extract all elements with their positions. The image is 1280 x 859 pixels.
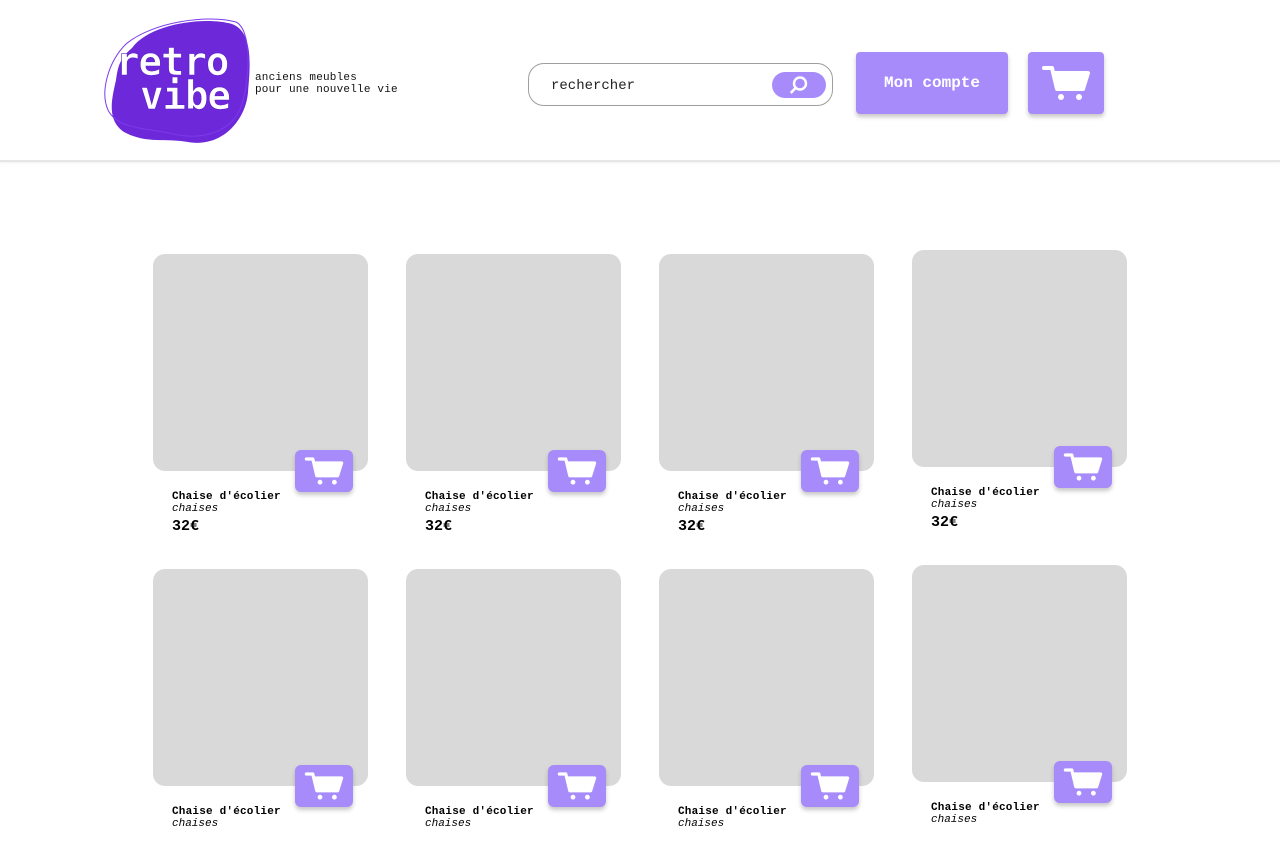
product-price: 32€ <box>172 518 200 535</box>
product-name[interactable]: Chaise d'écolier <box>172 491 281 503</box>
product-category: chaises <box>172 818 219 830</box>
product-card[interactable]: Chaise d'écolier chaises <box>153 569 368 859</box>
add-to-cart-button[interactable] <box>548 450 606 492</box>
add-to-cart-button[interactable] <box>1054 761 1112 803</box>
cart-icon <box>810 457 850 485</box>
cart-icon <box>1063 768 1103 796</box>
product-card[interactable]: Chaise d'écolier chaises <box>659 569 874 859</box>
cart-icon <box>557 457 597 485</box>
product-image[interactable] <box>659 254 874 471</box>
product-name[interactable]: Chaise d'écolier <box>678 491 787 503</box>
tagline: anciens meubles pour une nouvelle vie <box>255 72 398 96</box>
product-card[interactable]: Chaise d'écolier chaises 32€ <box>659 254 874 544</box>
product-price: 32€ <box>425 518 453 535</box>
cart-icon <box>1042 66 1090 100</box>
product-category: chaises <box>678 503 725 515</box>
product-name[interactable]: Chaise d'écolier <box>931 802 1040 814</box>
product-name[interactable]: Chaise d'écolier <box>931 487 1040 499</box>
search-icon <box>790 76 808 94</box>
product-name[interactable]: Chaise d'écolier <box>425 806 534 818</box>
header-cart-button[interactable] <box>1028 52 1104 114</box>
logo-line-2: vibe <box>140 74 232 119</box>
product-category: chaises <box>425 818 472 830</box>
product-image[interactable] <box>406 254 621 471</box>
product-image[interactable] <box>153 569 368 786</box>
cart-icon <box>1063 453 1103 481</box>
product-name[interactable]: Chaise d'écolier <box>678 806 787 818</box>
product-price: 32€ <box>678 518 706 535</box>
cart-icon <box>810 772 850 800</box>
cart-icon <box>304 772 344 800</box>
add-to-cart-button[interactable] <box>295 450 353 492</box>
add-to-cart-button[interactable] <box>295 765 353 807</box>
tagline-line-2: pour une nouvelle vie <box>255 84 398 96</box>
product-category: chaises <box>425 503 472 515</box>
product-name[interactable]: Chaise d'écolier <box>425 491 534 503</box>
product-category: chaises <box>931 499 978 511</box>
product-category: chaises <box>172 503 219 515</box>
add-to-cart-button[interactable] <box>801 450 859 492</box>
logo-wordmark: retro vibe <box>116 43 256 119</box>
product-image[interactable] <box>912 565 1127 782</box>
product-category: chaises <box>931 814 978 826</box>
account-button[interactable]: Mon compte <box>856 52 1008 114</box>
search-bar <box>528 63 833 106</box>
cart-icon <box>557 772 597 800</box>
add-to-cart-button[interactable] <box>801 765 859 807</box>
product-price: 32€ <box>931 514 959 531</box>
product-image[interactable] <box>153 254 368 471</box>
product-card[interactable]: Chaise d'écolier chaises <box>406 569 621 859</box>
product-card[interactable]: Chaise d'écolier chaises <box>912 565 1127 855</box>
add-to-cart-button[interactable] <box>548 765 606 807</box>
product-image[interactable] <box>406 569 621 786</box>
product-name[interactable]: Chaise d'écolier <box>172 806 281 818</box>
tagline-line-1: anciens meubles <box>255 72 358 84</box>
product-category: chaises <box>678 818 725 830</box>
product-card[interactable]: Chaise d'écolier chaises 32€ <box>406 254 621 544</box>
product-card[interactable]: Chaise d'écolier chaises 32€ <box>912 250 1127 540</box>
search-input[interactable] <box>549 73 763 99</box>
product-image[interactable] <box>659 569 874 786</box>
logo[interactable]: retro vibe <box>104 18 252 146</box>
search-button[interactable] <box>772 72 826 98</box>
product-card[interactable]: Chaise d'écolier chaises 32€ <box>153 254 368 544</box>
cart-icon <box>304 457 344 485</box>
add-to-cart-button[interactable] <box>1054 446 1112 488</box>
site-header: retro vibe anciens meubles pour une nouv… <box>0 0 1280 162</box>
product-image[interactable] <box>912 250 1127 467</box>
